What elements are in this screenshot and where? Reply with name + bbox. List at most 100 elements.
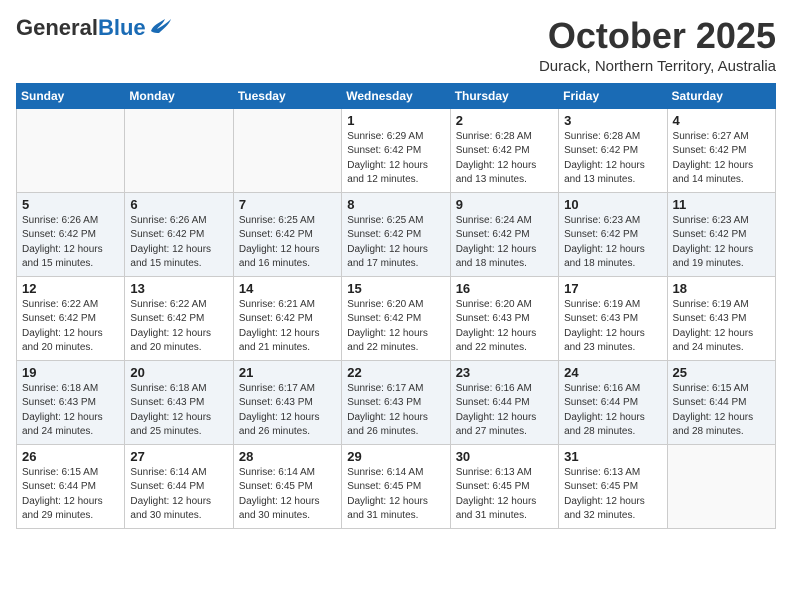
- day-info: Sunrise: 6:22 AMSunset: 6:42 PMDaylight:…: [22, 298, 119, 356]
- day-number: 20: [130, 365, 227, 380]
- day-number: 31: [564, 449, 661, 464]
- day-info: Sunrise: 6:19 AMSunset: 6:43 PMDaylight:…: [564, 298, 661, 356]
- day-number: 29: [347, 449, 444, 464]
- day-number: 10: [564, 197, 661, 212]
- calendar-cell: 2 Sunrise: 6:28 AMSunset: 6:42 PMDaylight…: [450, 108, 558, 192]
- day-info: Sunrise: 6:19 AMSunset: 6:43 PMDaylight:…: [673, 298, 770, 356]
- day-number: 27: [130, 449, 227, 464]
- day-number: 11: [673, 197, 770, 212]
- calendar-row-1: 5 Sunrise: 6:26 AMSunset: 6:42 PMDaylight…: [17, 192, 776, 276]
- day-number: 26: [22, 449, 119, 464]
- calendar-cell: 17 Sunrise: 6:19 AMSunset: 6:43 PMDayligh…: [559, 276, 667, 360]
- calendar-header-wednesday: Wednesday: [342, 83, 450, 108]
- calendar-cell: 27 Sunrise: 6:14 AMSunset: 6:44 PMDayligh…: [125, 444, 233, 528]
- day-info: Sunrise: 6:17 AMSunset: 6:43 PMDaylight:…: [239, 382, 336, 440]
- day-info: Sunrise: 6:20 AMSunset: 6:43 PMDaylight:…: [456, 298, 553, 356]
- day-info: Sunrise: 6:27 AMSunset: 6:42 PMDaylight:…: [673, 130, 770, 188]
- calendar-cell: 6 Sunrise: 6:26 AMSunset: 6:42 PMDaylight…: [125, 192, 233, 276]
- calendar-cell: [667, 444, 775, 528]
- day-number: 19: [22, 365, 119, 380]
- day-number: 9: [456, 197, 553, 212]
- day-number: 2: [456, 113, 553, 128]
- day-info: Sunrise: 6:13 AMSunset: 6:45 PMDaylight:…: [456, 466, 553, 524]
- calendar-cell: 8 Sunrise: 6:25 AMSunset: 6:42 PMDaylight…: [342, 192, 450, 276]
- day-info: Sunrise: 6:17 AMSunset: 6:43 PMDaylight:…: [347, 382, 444, 440]
- day-info: Sunrise: 6:23 AMSunset: 6:42 PMDaylight:…: [673, 214, 770, 272]
- calendar-cell: [125, 108, 233, 192]
- day-info: Sunrise: 6:25 AMSunset: 6:42 PMDaylight:…: [347, 214, 444, 272]
- calendar-cell: 25Sunrise: 6:15 AMSunset: 6:44 PMDayligh…: [667, 360, 775, 444]
- day-number: 8: [347, 197, 444, 212]
- calendar-cell: 1 Sunrise: 6:29 AMSunset: 6:42 PMDaylight…: [342, 108, 450, 192]
- day-number: 18: [673, 281, 770, 296]
- calendar-header-friday: Friday: [559, 83, 667, 108]
- calendar-header-saturday: Saturday: [667, 83, 775, 108]
- logo-general-text: General: [16, 15, 98, 40]
- day-info: Sunrise: 6:15 AMSunset: 6:44 PMDaylight:…: [22, 466, 119, 524]
- day-number: 21: [239, 365, 336, 380]
- calendar-cell: 23 Sunrise: 6:16 AMSunset: 6:44 PMDayligh…: [450, 360, 558, 444]
- calendar-cell: 26 Sunrise: 6:15 AMSunset: 6:44 PMDayligh…: [17, 444, 125, 528]
- day-info: Sunrise: 6:13 AMSunset: 6:45 PMDaylight:…: [564, 466, 661, 524]
- day-info: Sunrise: 6:28 AMSunset: 6:42 PMDaylight:…: [456, 130, 553, 188]
- day-number: 5: [22, 197, 119, 212]
- calendar-cell: 9 Sunrise: 6:24 AMSunset: 6:42 PMDaylight…: [450, 192, 558, 276]
- day-info: Sunrise: 6:15 AMSunset: 6:44 PMDaylight:…: [673, 382, 770, 440]
- calendar-row-3: 19 Sunrise: 6:18 AMSunset: 6:43 PMDayligh…: [17, 360, 776, 444]
- day-info: Sunrise: 6:22 AMSunset: 6:42 PMDaylight:…: [130, 298, 227, 356]
- calendar-cell: 22 Sunrise: 6:17 AMSunset: 6:43 PMDayligh…: [342, 360, 450, 444]
- logo-blue-text: Blue: [98, 15, 146, 40]
- day-info: Sunrise: 6:14 AMSunset: 6:45 PMDaylight:…: [239, 466, 336, 524]
- day-number: 4: [673, 113, 770, 128]
- calendar-cell: 10 Sunrise: 6:23 AMSunset: 6:42 PMDayligh…: [559, 192, 667, 276]
- calendar-cell: 16 Sunrise: 6:20 AMSunset: 6:43 PMDayligh…: [450, 276, 558, 360]
- title-block: October 2025 Durack, Northern Territory,…: [539, 16, 776, 75]
- calendar-row-4: 26 Sunrise: 6:15 AMSunset: 6:44 PMDayligh…: [17, 444, 776, 528]
- day-number: 22: [347, 365, 444, 380]
- day-number: 1: [347, 113, 444, 128]
- day-number: 13: [130, 281, 227, 296]
- day-number: 7: [239, 197, 336, 212]
- calendar-cell: 7Sunrise: 6:25 AMSunset: 6:42 PMDaylight…: [233, 192, 341, 276]
- logo: GeneralBlue: [16, 16, 171, 40]
- day-info: Sunrise: 6:16 AMSunset: 6:44 PMDaylight:…: [564, 382, 661, 440]
- calendar-header-monday: Monday: [125, 83, 233, 108]
- day-info: Sunrise: 6:20 AMSunset: 6:42 PMDaylight:…: [347, 298, 444, 356]
- day-info: Sunrise: 6:26 AMSunset: 6:42 PMDaylight:…: [130, 214, 227, 272]
- day-number: 17: [564, 281, 661, 296]
- calendar-table: SundayMondayTuesdayWednesdayThursdayFrid…: [16, 83, 776, 529]
- day-number: 16: [456, 281, 553, 296]
- day-number: 24: [564, 365, 661, 380]
- day-info: Sunrise: 6:14 AMSunset: 6:45 PMDaylight:…: [347, 466, 444, 524]
- calendar-cell: 21 Sunrise: 6:17 AMSunset: 6:43 PMDayligh…: [233, 360, 341, 444]
- day-number: 14: [239, 281, 336, 296]
- calendar-cell: 4 Sunrise: 6:27 AMSunset: 6:42 PMDaylight…: [667, 108, 775, 192]
- day-info: Sunrise: 6:14 AMSunset: 6:44 PMDaylight:…: [130, 466, 227, 524]
- calendar-cell: 20 Sunrise: 6:18 AMSunset: 6:43 PMDayligh…: [125, 360, 233, 444]
- day-info: Sunrise: 6:24 AMSunset: 6:42 PMDaylight:…: [456, 214, 553, 272]
- day-number: 12: [22, 281, 119, 296]
- bird-icon: [149, 17, 171, 35]
- calendar-header-thursday: Thursday: [450, 83, 558, 108]
- calendar-cell: 24 Sunrise: 6:16 AMSunset: 6:44 PMDayligh…: [559, 360, 667, 444]
- day-info: Sunrise: 6:18 AMSunset: 6:43 PMDaylight:…: [130, 382, 227, 440]
- calendar-cell: 19Sunrise: 6:18 AMSunset: 6:43 PMDayligh…: [17, 360, 125, 444]
- day-number: 23: [456, 365, 553, 380]
- day-info: Sunrise: 6:16 AMSunset: 6:44 PMDaylight:…: [456, 382, 553, 440]
- day-info: Sunrise: 6:29 AMSunset: 6:42 PMDaylight:…: [347, 130, 444, 188]
- calendar-cell: 12 Sunrise: 6:22 AMSunset: 6:42 PMDayligh…: [17, 276, 125, 360]
- calendar-cell: 15 Sunrise: 6:20 AMSunset: 6:42 PMDayligh…: [342, 276, 450, 360]
- calendar-cell: 29 Sunrise: 6:14 AMSunset: 6:45 PMDayligh…: [342, 444, 450, 528]
- calendar-row-0: 1 Sunrise: 6:29 AMSunset: 6:42 PMDaylight…: [17, 108, 776, 192]
- calendar-header-row: SundayMondayTuesdayWednesdayThursdayFrid…: [17, 83, 776, 108]
- day-info: Sunrise: 6:28 AMSunset: 6:42 PMDaylight:…: [564, 130, 661, 188]
- day-info: Sunrise: 6:21 AMSunset: 6:42 PMDaylight:…: [239, 298, 336, 356]
- calendar-cell: [17, 108, 125, 192]
- calendar-row-2: 12 Sunrise: 6:22 AMSunset: 6:42 PMDayligh…: [17, 276, 776, 360]
- day-number: 15: [347, 281, 444, 296]
- calendar-cell: 13 Sunrise: 6:22 AMSunset: 6:42 PMDayligh…: [125, 276, 233, 360]
- calendar-cell: 14 Sunrise: 6:21 AMSunset: 6:42 PMDayligh…: [233, 276, 341, 360]
- calendar-cell: 3Sunrise: 6:28 AMSunset: 6:42 PMDaylight…: [559, 108, 667, 192]
- day-info: Sunrise: 6:23 AMSunset: 6:42 PMDaylight:…: [564, 214, 661, 272]
- day-number: 6: [130, 197, 227, 212]
